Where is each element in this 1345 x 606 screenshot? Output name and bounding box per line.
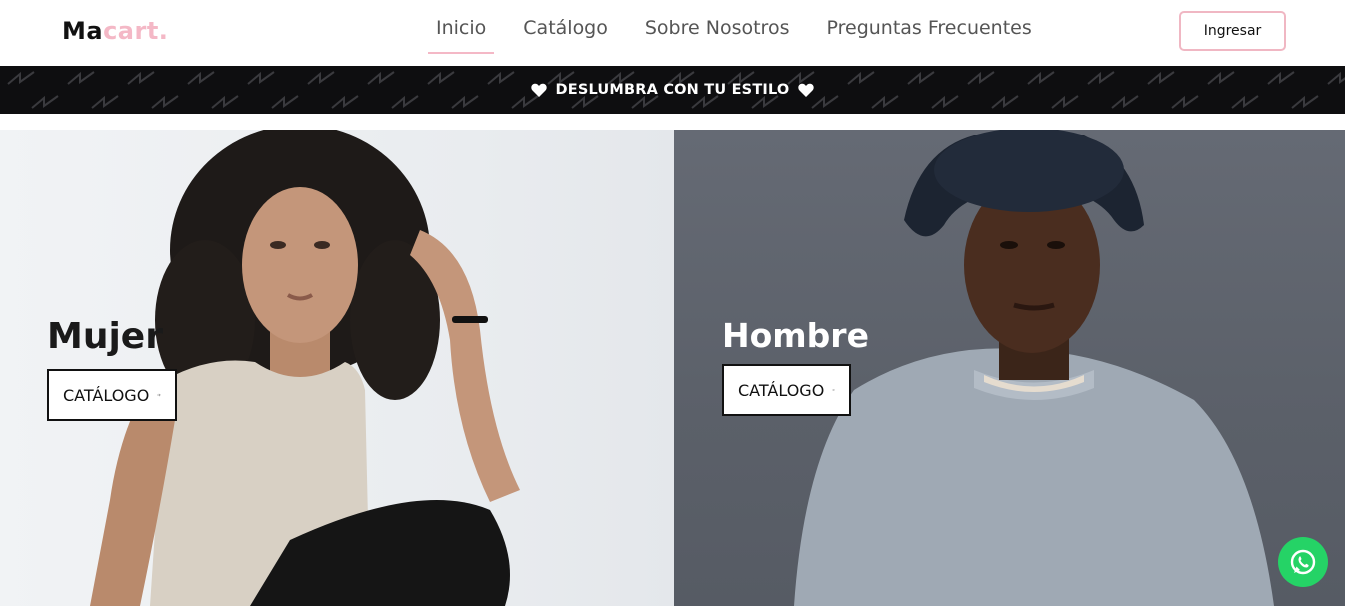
hero-women-panel[interactable]: Mujer CATÁLOGO [0, 130, 674, 606]
heart-icon [530, 83, 547, 97]
top-navbar: Macart. Inicio Catálogo Sobre Nosotros P… [0, 0, 1345, 66]
whatsapp-icon [1290, 549, 1316, 575]
women-catalog-button[interactable]: CATÁLOGO [47, 369, 177, 421]
men-catalog-label: CATÁLOGO [738, 380, 825, 400]
nav-link-preguntas-frecuentes[interactable]: Preguntas Frecuentes [818, 0, 1039, 56]
nav-link-catalogo[interactable]: Catálogo [515, 0, 616, 56]
main-nav: Inicio Catálogo Sobre Nosotros Preguntas… [428, 0, 1040, 56]
whatsapp-button[interactable] [1278, 537, 1328, 587]
arrow-right-icon [157, 393, 161, 397]
logo-part-1: Ma [62, 17, 104, 45]
banner-message: DESLUMBRA CON TU ESTILO [0, 66, 1345, 114]
women-title: Mujer [47, 316, 163, 357]
login-button[interactable]: Ingresar [1179, 11, 1286, 51]
nav-link-sobre-nosotros[interactable]: Sobre Nosotros [637, 0, 798, 56]
arrow-right-icon [832, 389, 835, 391]
hero-men-panel[interactable]: Hombre CATÁLOGO [674, 130, 1345, 606]
women-catalog-label: CATÁLOGO [63, 385, 150, 405]
women-model-photo [90, 130, 520, 606]
nav-link-inicio[interactable]: Inicio [428, 0, 495, 56]
promo-banner: DESLUMBRA CON TU ESTILO [0, 66, 1345, 114]
brand-logo[interactable]: Macart. [62, 17, 168, 45]
banner-text: DESLUMBRA CON TU ESTILO [555, 82, 790, 98]
logo-part-2: cart. [103, 17, 169, 45]
heart-icon [798, 83, 815, 97]
men-title: Hombre [722, 316, 869, 355]
men-catalog-button[interactable]: CATÁLOGO [722, 364, 851, 416]
